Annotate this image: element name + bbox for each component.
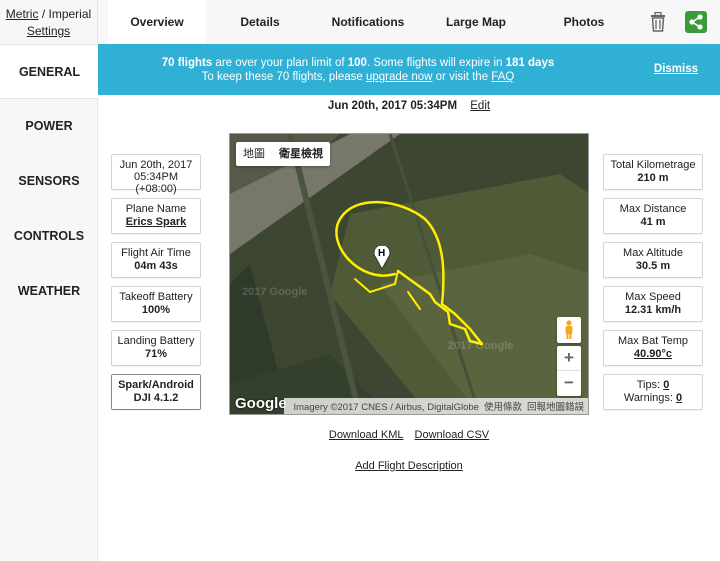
warnings-label: Warnings: bbox=[623, 392, 673, 404]
imperial-label[interactable]: Imperial bbox=[49, 7, 92, 21]
takeoff-battery-label: Takeoff Battery bbox=[119, 291, 193, 303]
tab-overview[interactable]: Overview bbox=[108, 0, 206, 44]
dismiss-link[interactable]: Dismiss bbox=[654, 63, 698, 75]
zoom-controls: + − bbox=[557, 346, 581, 396]
tips-count[interactable]: 0 bbox=[663, 379, 669, 391]
sidebar-item-sensors[interactable]: SENSORS bbox=[0, 154, 98, 209]
plane-name-box: Plane Name Erics Spark bbox=[111, 198, 201, 234]
tab-photos[interactable]: Photos bbox=[534, 0, 634, 44]
sidebar-item-power[interactable]: POWER bbox=[0, 99, 98, 154]
units-switcher: Metric / Imperial Settings bbox=[0, 0, 97, 44]
takeoff-battery-value: 100% bbox=[141, 304, 171, 316]
max-bat-temp-label: Max Bat Temp bbox=[617, 335, 689, 347]
units-separator: / bbox=[41, 7, 46, 21]
air-time-box: Flight Air Time 04m 43s bbox=[111, 242, 201, 278]
home-marker-label: H bbox=[378, 248, 386, 259]
download-links: Download KML Download CSV bbox=[98, 429, 720, 441]
max-distance-value: 41 m bbox=[640, 216, 666, 228]
flight-map[interactable]: 2017 Google 2017 Google H 地圖 衛星檢視 + − Go… bbox=[229, 133, 589, 415]
warnings-line: Warnings: 0 bbox=[604, 392, 702, 404]
settings-link[interactable]: Settings bbox=[27, 24, 70, 38]
imagery-credit: Imagery ©2017 CNES / Airbus, DigitalGlob… bbox=[293, 402, 479, 413]
share-icon[interactable] bbox=[684, 10, 708, 34]
home-marker[interactable]: H bbox=[373, 244, 391, 271]
total-kilometrage-value: 210 m bbox=[637, 172, 669, 184]
street-view-pegman[interactable] bbox=[557, 317, 581, 343]
max-distance-box: Max Distance 41 m bbox=[603, 198, 703, 234]
landing-battery-value: 71% bbox=[144, 348, 168, 360]
add-flight-description-link[interactable]: Add Flight Description bbox=[355, 460, 463, 472]
terms-link[interactable]: 使用條款 bbox=[484, 402, 522, 413]
plane-name-label: Plane Name bbox=[125, 203, 187, 215]
takeoff-battery-box: Takeoff Battery 100% bbox=[111, 286, 201, 322]
zoom-out-button[interactable]: − bbox=[557, 371, 581, 396]
download-kml-link[interactable]: Download KML bbox=[329, 429, 404, 441]
tips-line: Tips: 0 bbox=[604, 379, 702, 391]
warnings-count[interactable]: 0 bbox=[676, 392, 682, 404]
add-description-row: Add Flight Description bbox=[98, 460, 720, 472]
tab-large-map[interactable]: Large Map bbox=[426, 0, 526, 44]
app-version-box: Spark/Android DJI 4.1.2 bbox=[111, 374, 201, 410]
sidebar-item-general[interactable]: GENERAL bbox=[0, 44, 99, 99]
max-speed-value: 12.31 km/h bbox=[624, 304, 682, 316]
max-altitude-box: Max Altitude 30.5 m bbox=[603, 242, 703, 278]
app-version: DJI 4.1.2 bbox=[133, 392, 179, 404]
landing-battery-box: Landing Battery 71% bbox=[111, 330, 201, 366]
banner-line2-b: or visit the bbox=[432, 71, 492, 83]
tab-details[interactable]: Details bbox=[210, 0, 310, 44]
tips-label: Tips: bbox=[636, 379, 661, 391]
banner-line2-a: To keep these 70 flights, please bbox=[201, 71, 366, 83]
banner-days: 181 days bbox=[505, 57, 555, 69]
tab-notifications[interactable]: Notifications bbox=[318, 0, 418, 44]
total-kilometrage-box: Total Kilometrage 210 m bbox=[603, 154, 703, 190]
map-attribution: Imagery ©2017 CNES / Airbus, DigitalGlob… bbox=[284, 398, 588, 414]
max-bat-temp-box: Max Bat Temp 40.90°c bbox=[603, 330, 703, 366]
max-altitude-value: 30.5 m bbox=[635, 260, 671, 272]
app-platform: Spark/Android bbox=[118, 379, 194, 391]
report-error-link[interactable]: 回報地圖錯誤 bbox=[527, 402, 584, 413]
start-time: 05:34PM (+08:00) bbox=[133, 171, 179, 195]
flight-datetime: Jun 20th, 2017 05:34PM bbox=[327, 100, 458, 112]
start-date: Jun 20th, 2017 bbox=[119, 159, 193, 171]
total-kilometrage-label: Total Kilometrage bbox=[610, 159, 696, 171]
banner-message: 70 flights are over your plan limit of 1… bbox=[98, 56, 618, 84]
max-speed-label: Max Speed bbox=[625, 291, 681, 303]
sidebar-item-controls[interactable]: CONTROLS bbox=[0, 209, 98, 264]
edit-link[interactable]: Edit bbox=[470, 100, 490, 112]
google-logo: Google bbox=[235, 395, 287, 412]
sidebar-item-weather[interactable]: WEATHER bbox=[0, 264, 98, 319]
max-distance-label: Max Distance bbox=[619, 203, 687, 215]
tips-warnings-box: Tips: 0 Warnings: 0 bbox=[603, 374, 703, 410]
download-csv-link[interactable]: Download CSV bbox=[415, 429, 490, 441]
max-speed-box: Max Speed 12.31 km/h bbox=[603, 286, 703, 322]
zoom-in-button[interactable]: + bbox=[557, 346, 581, 371]
metric-link[interactable]: Metric bbox=[6, 7, 39, 21]
banner-text-2: . Some flights will expire in bbox=[366, 57, 506, 69]
plane-name-value[interactable]: Erics Spark bbox=[112, 216, 200, 228]
max-altitude-label: Max Altitude bbox=[623, 247, 683, 259]
flight-path bbox=[335, 200, 484, 346]
landing-battery-label: Landing Battery bbox=[117, 335, 195, 347]
upgrade-link[interactable]: upgrade now bbox=[366, 71, 433, 83]
flight-date-line: Jun 20th, 2017 05:34PM Edit bbox=[98, 100, 720, 112]
max-bat-temp-value[interactable]: 40.90°c bbox=[604, 348, 702, 360]
map-type-toggle: 地圖 衛星檢視 bbox=[236, 142, 330, 166]
plan-limit-banner: 70 flights are over your plan limit of 1… bbox=[98, 44, 720, 95]
map-type-button[interactable]: 地圖 bbox=[236, 142, 272, 166]
faq-link[interactable]: FAQ bbox=[491, 71, 514, 83]
air-time-label: Flight Air Time bbox=[121, 247, 191, 259]
banner-flight-count: 70 flights bbox=[161, 57, 213, 69]
tab-bar: Overview Details Notifications Large Map… bbox=[98, 0, 720, 44]
air-time-value: 04m 43s bbox=[134, 260, 178, 272]
trash-icon[interactable] bbox=[646, 10, 670, 34]
start-time-box: Jun 20th, 2017 05:34PM (+08:00) bbox=[111, 154, 201, 195]
satellite-type-button[interactable]: 衛星檢視 bbox=[272, 142, 330, 166]
banner-text-1: are over your plan limit of bbox=[212, 57, 348, 69]
pegman-icon bbox=[565, 320, 573, 339]
banner-limit: 100 bbox=[347, 57, 367, 69]
